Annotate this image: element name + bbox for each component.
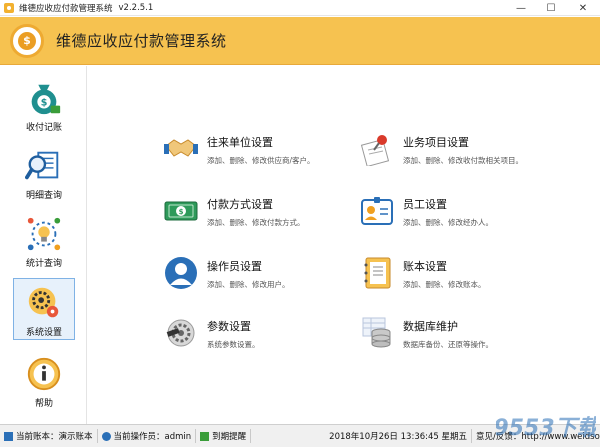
card-title: 业务项目设置 bbox=[403, 136, 469, 149]
card-title: 员工设置 bbox=[403, 198, 447, 211]
card-title: 付款方式设置 bbox=[207, 198, 273, 211]
card-payment-method-settings[interactable]: $ 付款方式设置 添加、删除、修改付款方式。 bbox=[164, 194, 364, 234]
sidebar-item-label: 统计查询 bbox=[25, 259, 62, 269]
card-desc: 系统参数设置。 bbox=[207, 340, 260, 349]
calendar-icon bbox=[200, 431, 210, 441]
sidebar-item-detail-query[interactable]: 明细查询 bbox=[13, 142, 75, 204]
pushpin-note-icon bbox=[360, 135, 390, 166]
ledger-icon bbox=[4, 431, 13, 441]
app-header: $ 维德应收应付款管理系统 bbox=[0, 17, 600, 65]
app-icon bbox=[4, 2, 14, 13]
info-icon bbox=[27, 357, 61, 391]
svg-text:$: $ bbox=[179, 208, 184, 216]
card-desc: 添加、删除、修改收付款相关项目。 bbox=[403, 156, 523, 165]
main-panel: 往来单位设置 添加、删除、修改供应商/客户。 业务项目设置 添加、删除、修改收付… bbox=[88, 66, 600, 424]
lightbulb-stats-icon bbox=[27, 217, 61, 251]
card-partner-settings[interactable]: 往来单位设置 添加、删除、修改供应商/客户。 bbox=[164, 132, 364, 172]
status-ledger-text: 当前账本：演示账本 bbox=[16, 432, 93, 442]
money-bag-icon: $ bbox=[31, 84, 61, 115]
card-title: 操作员设置 bbox=[207, 260, 262, 273]
status-ledger: 当前账本：演示账本 bbox=[0, 429, 98, 443]
card-desc: 添加、删除、修改用户。 bbox=[207, 280, 290, 289]
magnifier-document-icon bbox=[25, 151, 59, 180]
header-title: 维德应收应付款管理系统 bbox=[56, 32, 227, 50]
card-database-maintenance[interactable]: 数据库维护 数据库备份、还原等操作。 bbox=[360, 316, 560, 356]
operator-icon bbox=[165, 257, 197, 289]
sidebar-item-label: 系统设置 bbox=[25, 328, 62, 338]
sidebar-item-system-settings[interactable]: 系统设置 bbox=[13, 278, 75, 340]
user-icon bbox=[101, 431, 111, 441]
handshake-icon bbox=[164, 139, 198, 157]
minimize-button[interactable]: — bbox=[506, 0, 536, 16]
card-desc: 添加、删除、修改付款方式。 bbox=[207, 218, 305, 227]
parameter-gear-icon bbox=[166, 319, 195, 347]
logo-icon: $ bbox=[10, 23, 44, 58]
status-reminder-text: 到期提醒 bbox=[212, 432, 247, 442]
card-desc: 添加、删除、修改账本。 bbox=[403, 280, 486, 289]
logo-dollar: $ bbox=[18, 31, 36, 50]
svg-text:$: $ bbox=[41, 98, 48, 109]
database-icon bbox=[362, 317, 391, 348]
status-operator-text: 当前操作员：admin bbox=[113, 432, 192, 442]
card-title: 账本设置 bbox=[403, 260, 447, 273]
sidebar: $ 收付记账 明细查询 统计查询 系统设置 帮助 bbox=[0, 66, 87, 424]
sidebar-item-label: 明细查询 bbox=[25, 191, 62, 201]
card-title: 数据库维护 bbox=[403, 320, 458, 333]
sidebar-item-statistics[interactable]: 统计查询 bbox=[13, 210, 75, 272]
card-operator-settings[interactable]: 操作员设置 添加、删除、修改用户。 bbox=[164, 256, 364, 296]
id-badge-icon bbox=[361, 197, 393, 225]
card-desc: 添加、删除、修改供应商/客户。 bbox=[207, 156, 315, 165]
card-title: 参数设置 bbox=[207, 320, 251, 333]
sidebar-item-help[interactable]: 帮助 bbox=[13, 350, 75, 412]
status-datetime: 2018年10月26日 13:36:45 星期五 bbox=[251, 429, 473, 443]
reminder-link[interactable]: 到期提醒 bbox=[196, 429, 252, 443]
close-button[interactable]: ✕ bbox=[566, 0, 600, 16]
window-controls: — ☐ ✕ bbox=[506, 0, 600, 16]
card-title: 往来单位设置 bbox=[207, 136, 273, 149]
status-datetime-text: 2018年10月26日 13:36:45 星期五 bbox=[329, 432, 468, 442]
title-bar: 维德应收应付款管理系统 v2.2.5.1 — ☐ ✕ bbox=[0, 0, 600, 16]
card-parameter-settings[interactable]: 参数设置 系统参数设置。 bbox=[164, 316, 364, 356]
maximize-button[interactable]: ☐ bbox=[536, 0, 566, 16]
sidebar-item-label: 帮助 bbox=[34, 399, 53, 409]
card-desc: 添加、删除、修改经办人。 bbox=[403, 218, 493, 227]
gears-icon bbox=[28, 287, 59, 318]
sidebar-item-bookkeeping[interactable]: $ 收付记账 bbox=[13, 74, 75, 136]
sidebar-item-label: 收付记账 bbox=[25, 123, 62, 133]
card-employee-settings[interactable]: 员工设置 添加、删除、修改经办人。 bbox=[360, 194, 560, 234]
card-desc: 数据库备份、还原等操作。 bbox=[403, 340, 493, 349]
window-title: 维德应收应付款管理系统 bbox=[19, 3, 113, 14]
card-business-item-settings[interactable]: 业务项目设置 添加、删除、修改收付款相关项目。 bbox=[360, 132, 560, 172]
card-ledger-settings[interactable]: 账本设置 添加、删除、修改账本。 bbox=[360, 256, 560, 296]
watermark-text: 9553下载 bbox=[496, 416, 596, 441]
window-version: v2.2.5.1 bbox=[118, 2, 154, 13]
status-operator: 当前操作员：admin bbox=[98, 429, 197, 443]
cash-bill-icon: $ bbox=[164, 201, 198, 221]
watermark-logo: 9553下载 bbox=[496, 416, 596, 441]
ledger-book-icon bbox=[364, 257, 391, 289]
